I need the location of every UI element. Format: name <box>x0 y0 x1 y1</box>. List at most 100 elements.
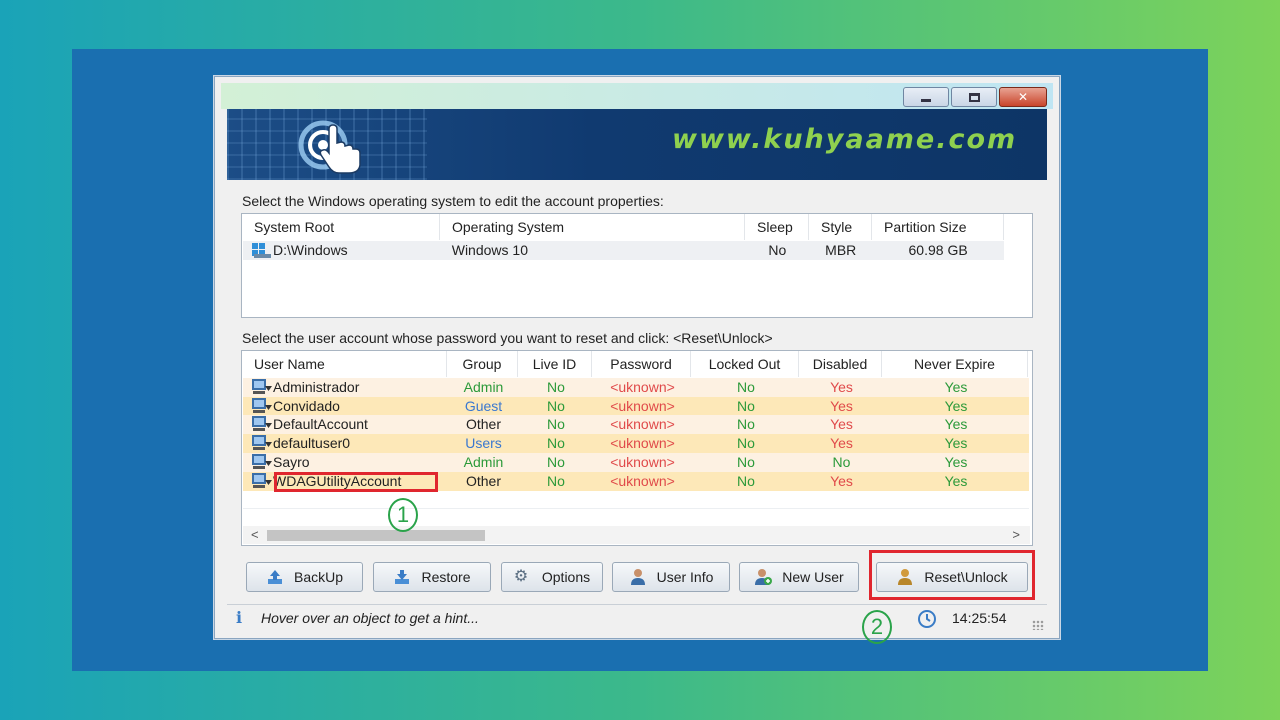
user-account-icon <box>252 435 272 451</box>
col-group[interactable]: Group <box>447 351 518 377</box>
user-liveid-cell: No <box>547 453 565 470</box>
user-group-cell: Other <box>465 472 501 489</box>
user-name-cell: DefaultAccount <box>243 415 448 434</box>
user-locked-cell: No <box>737 472 755 489</box>
scroll-thumb[interactable] <box>267 530 485 541</box>
col-never-expire[interactable]: Never Expire <box>882 351 1028 377</box>
close-button[interactable]: ✕ <box>999 87 1047 107</box>
col-live-id[interactable]: Live ID <box>518 351 592 377</box>
restore-button[interactable]: Restore <box>373 562 491 592</box>
user-group-cell: Other <box>465 416 501 433</box>
user-name-text: Sayro <box>273 453 310 470</box>
user-name-cell: defaultuser0 <box>243 434 448 453</box>
os-name-cell: Windows 10 <box>451 242 528 258</box>
table-row[interactable]: Convidado Guest No <uknown> No Yes Yes <box>243 396 1029 416</box>
user-expire-cell: Yes <box>944 379 968 395</box>
window-controls: ✕ <box>903 87 1047 107</box>
col-partition-size[interactable]: Partition Size <box>872 214 1004 240</box>
user-expire-cell: Yes <box>944 453 968 470</box>
col-password[interactable]: Password <box>592 351 691 377</box>
user-list[interactable]: User Name Group Live ID Password Locked … <box>241 350 1033 546</box>
os-sleep-cell: No <box>768 242 787 258</box>
user-expire-cell: Yes <box>944 416 968 433</box>
user-name-text: Convidado <box>273 397 340 414</box>
user-account-icon <box>252 472 272 488</box>
user-liveid-cell: No <box>547 416 565 433</box>
user-name-cell: Convidado <box>243 397 448 416</box>
annotation-box-reset <box>869 550 1035 600</box>
col-locked-out[interactable]: Locked Out <box>691 351 799 377</box>
user-disabled-cell: Yes <box>830 379 853 395</box>
user-name-text: defaultuser0 <box>273 435 351 452</box>
minimize-icon <box>921 98 931 102</box>
user-disabled-cell: Yes <box>830 397 853 414</box>
user-prompt-label: Select the user account whose password y… <box>242 330 773 346</box>
restore-label: Restore <box>421 569 471 585</box>
hand-pointer-logo-icon <box>298 120 361 174</box>
download-icon <box>395 570 410 584</box>
user-name-text: DefaultAccount <box>273 416 368 433</box>
user-info-label: User Info <box>656 569 714 585</box>
user-locked-cell: No <box>737 397 755 414</box>
user-disabled-cell: Yes <box>830 416 853 433</box>
col-style[interactable]: Style <box>809 214 872 240</box>
scroll-right-icon[interactable]: > <box>1012 526 1020 544</box>
user-account-icon <box>252 453 272 469</box>
user-locked-cell: No <box>737 379 755 395</box>
backup-button[interactable]: BackUp <box>246 562 363 592</box>
os-row[interactable]: D:\Windows Windows 10 No MBR 60.98 GB <box>243 241 1004 260</box>
user-name-cell: Sayro <box>243 453 448 472</box>
new-user-label: New User <box>782 569 844 585</box>
user-list-header: User Name Group Live ID Password Locked … <box>242 351 1028 377</box>
os-prompt-label: Select the Windows operating system to e… <box>242 193 664 209</box>
user-disabled-cell: Yes <box>830 435 853 452</box>
user-info-button[interactable]: User Info <box>612 562 730 592</box>
col-disabled[interactable]: Disabled <box>799 351 882 377</box>
user-password-cell: <uknown> <box>610 453 675 470</box>
windows-drive-icon <box>252 243 271 258</box>
resize-grip-icon[interactable] <box>1032 620 1044 630</box>
status-time: 14:25:54 <box>952 610 1007 626</box>
col-sleep[interactable]: Sleep <box>745 214 809 240</box>
os-root-cell: D:\Windows <box>243 241 441 260</box>
user-expire-cell: Yes <box>944 472 968 489</box>
options-label: Options <box>541 569 591 585</box>
os-list-header: System Root Operating System Sleep Style… <box>242 214 1004 240</box>
user-info-icon <box>630 569 645 585</box>
user-group-cell: Users <box>465 435 502 452</box>
os-list[interactable]: System Root Operating System Sleep Style… <box>241 213 1033 318</box>
os-style-cell: MBR <box>825 242 857 258</box>
maximize-button[interactable] <box>951 87 997 107</box>
user-password-cell: <uknown> <box>610 397 675 414</box>
minimize-button[interactable] <box>903 87 949 107</box>
user-group-cell: Admin <box>463 453 504 470</box>
user-group-cell: Admin <box>463 379 504 395</box>
col-operating-system[interactable]: Operating System <box>440 214 745 240</box>
scroll-left-icon[interactable]: < <box>251 526 259 544</box>
new-user-button[interactable]: New User <box>739 562 859 592</box>
user-name-text: Administrador <box>273 379 360 395</box>
table-row[interactable]: DefaultAccount Other No <uknown> No Yes Yes <box>243 415 1029 435</box>
user-group-cell: Guest <box>464 397 503 414</box>
col-system-root[interactable]: System Root <box>242 214 440 240</box>
options-button[interactable]: ⚙ Options <box>501 562 603 592</box>
user-disabled-cell: No <box>832 453 851 470</box>
user-name-cell: Administrador <box>243 378 448 397</box>
status-hint: Hover over an object to get a hint... <box>261 610 479 626</box>
gear-icon: ⚙ <box>513 568 529 585</box>
table-row[interactable]: defaultuser0 Users No <uknown> No Yes Yes <box>243 434 1029 454</box>
info-icon: i <box>236 608 243 627</box>
user-locked-cell: No <box>737 416 755 433</box>
close-icon: ✕ <box>1017 90 1029 104</box>
annotation-box-user <box>274 472 438 492</box>
table-row[interactable]: Administrador Admin No <uknown> No Yes Yes <box>243 378 1029 397</box>
os-root-text: D:\Windows <box>273 242 348 258</box>
col-user-name[interactable]: User Name <box>242 351 447 377</box>
add-user-icon <box>755 569 773 585</box>
table-row[interactable]: Sayro Admin No <uknown> No No Yes <box>243 452 1029 472</box>
horizontal-scrollbar[interactable]: < > <box>243 526 1030 544</box>
user-liveid-cell: No <box>547 435 565 452</box>
user-liveid-cell: No <box>547 397 565 414</box>
annotation-step-1: 1 <box>388 498 418 532</box>
user-disabled-cell: Yes <box>830 472 853 489</box>
